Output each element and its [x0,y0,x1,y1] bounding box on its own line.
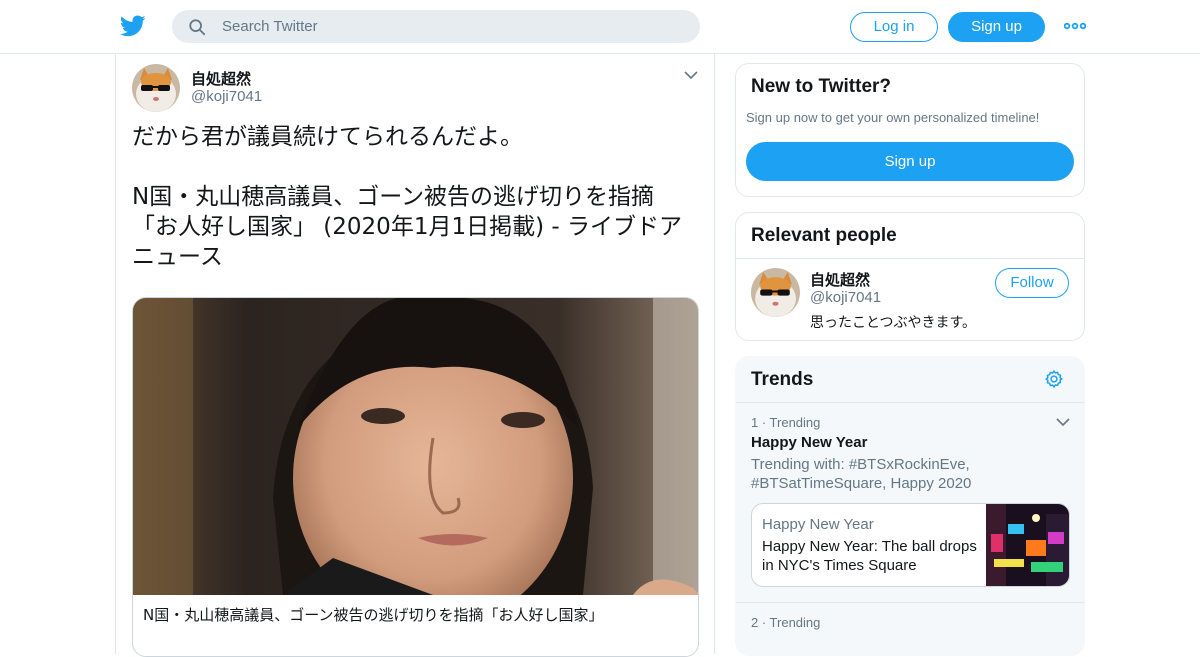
card-title[interactable]: N国・丸山穂高議員、ゴーン被告の逃げ切りを指摘「お人好し国家」 [143,604,603,625]
person-bio: 思ったことつぶやきます。 [810,315,977,331]
gear-icon[interactable] [1044,369,1064,389]
moment-category: Happy New Year [762,516,874,533]
chevron-down-icon[interactable] [1056,417,1070,427]
author-avatar[interactable] [132,64,180,112]
moment-title: Happy New Year: The ball drops in NYC's … [762,538,977,574]
signup-module-subtitle: Sign up now to get your own personalized… [746,110,1040,125]
sidebar-signup-button[interactable]: Sign up [746,142,1074,181]
login-button[interactable]: Log in [850,12,938,42]
top-navigation-bar: Log in Sign up [0,0,1200,54]
link-preview-card[interactable]: N国・丸山穂高議員、ゴーン被告の逃げ切りを指摘「お人好し国家」 [132,297,699,657]
tweet-text: だから君が議員続けてられるんだよ。 N国・丸山穂高議員、ゴーン被告の逃げ切りを指… [132,122,692,272]
divider [736,602,1084,603]
tweet-permalink: 自処超然 @koji7041 だから君が議員続けてられるんだよ。 N国・丸山穂高… [115,54,715,657]
person-name[interactable]: 自処超然 [810,269,870,290]
tweet-text-line: ニュース [132,244,223,270]
trend-rank: 2 · Trending [751,615,821,630]
tweet-text-line: だから君が議員続けてられるんだよ。 [132,124,523,150]
search-icon [189,19,206,36]
card-photo-image [133,298,698,595]
trend-moment-card[interactable]: Happy New Year Happy New Year: The ball … [751,503,1070,587]
signup-module-title: New to Twitter? [751,76,892,97]
author-name[interactable]: 自処超然 [191,68,251,89]
trends-title: Trends [751,369,814,390]
person-avatar[interactable] [751,268,800,317]
chevron-down-icon[interactable] [684,70,698,80]
person-handle[interactable]: @koji7041 [810,289,881,306]
cat-avatar-icon [132,64,180,112]
divider [736,402,1084,403]
times-square-image [986,504,1069,586]
tweet-text-line: N国・丸山穂高議員、ゴーン被告の逃げ切りを指摘 [132,184,655,210]
trends-module: Trends 1 · Trending Happy New Year Trend… [735,356,1085,656]
twitter-bird-icon[interactable] [120,13,146,39]
trend-rank: 1 · Trending [751,415,821,430]
trend-name[interactable]: Happy New Year [751,434,867,451]
search-input[interactable] [222,10,682,43]
trend-related-tags: Trending with: #BTSxRockinEve, #BTSatTim… [751,456,972,492]
search-box[interactable] [172,10,700,43]
divider [736,258,1084,259]
signup-module: New to Twitter? Sign up now to get your … [735,63,1085,197]
relevant-people-module: Relevant people 自処超然 @koji7041 思ったことつぶやき… [735,212,1085,341]
follow-button[interactable]: Follow [995,268,1069,298]
tweet-text-line: 「お人好し国家」 (2020年1月1日掲載) - ライブドア [132,214,682,240]
signup-button[interactable]: Sign up [948,12,1045,42]
author-handle[interactable]: @koji7041 [191,88,262,105]
relevant-people-title: Relevant people [751,225,897,246]
cat-avatar-icon [751,268,800,317]
more-options-icon[interactable] [1064,19,1086,33]
